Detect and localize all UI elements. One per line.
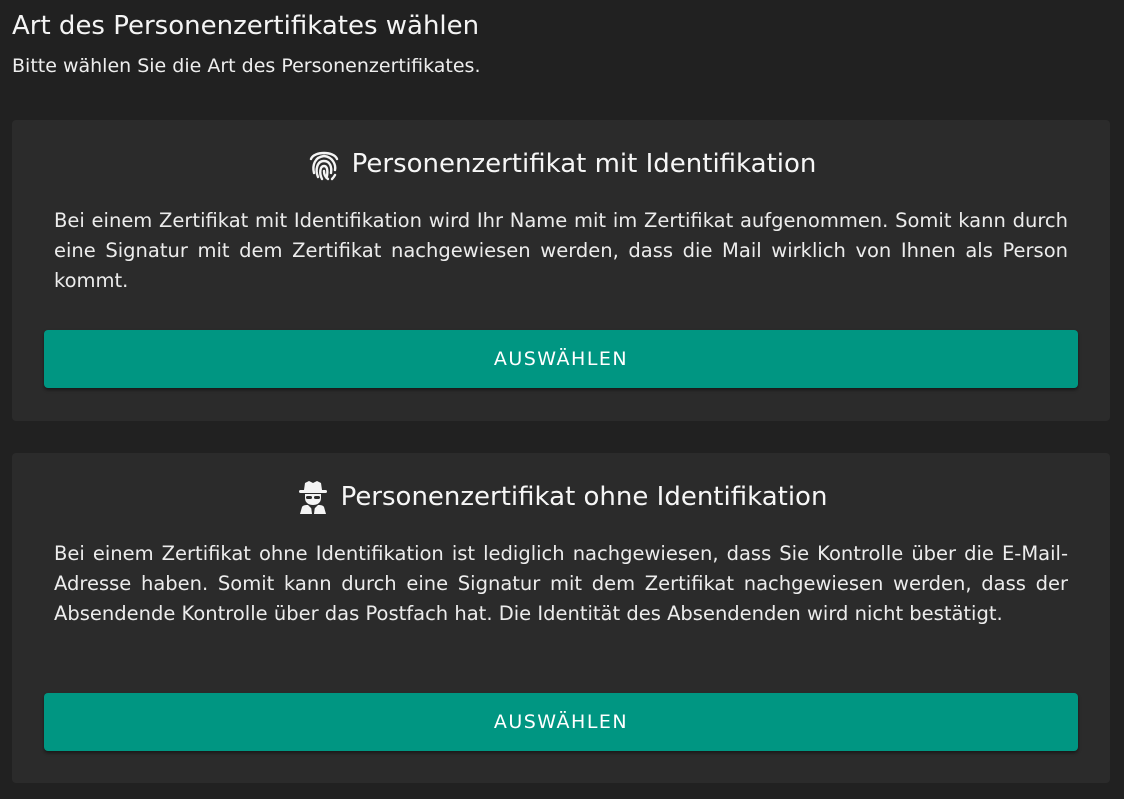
- select-with-identification-button[interactable]: AUSWÄHLEN: [44, 330, 1078, 388]
- user-secret-icon: [295, 479, 331, 515]
- fingerprint-icon: [306, 146, 342, 182]
- card-title: Personenzertifikat mit Identifikation: [351, 149, 817, 179]
- select-without-identification-button[interactable]: AUSWÄHLEN: [44, 693, 1078, 751]
- card-header: Personenzertifikat mit Identifikation: [44, 144, 1078, 184]
- certificate-type-page: Art des Personenzertifikates wählen Bitt…: [0, 0, 1124, 799]
- card-header: Personenzertifikat ohne Identifikation: [44, 477, 1078, 517]
- card-description: Bei einem Zertifikat ohne Identifikation…: [54, 542, 1068, 625]
- page-subtitle: Bitte wählen Sie die Art des Personenzer…: [12, 55, 481, 77]
- card-title: Personenzertifikat ohne Identifikation: [340, 482, 828, 512]
- option-card-with-identification: Personenzertifikat mit Identifikation Be…: [12, 120, 1110, 421]
- option-card-without-identification: Personenzertifikat ohne Identifikation B…: [12, 453, 1110, 783]
- page-title: Art des Personenzertifikates wählen: [12, 11, 480, 41]
- card-description: Bei einem Zertifikat mit Identifikation …: [54, 209, 1068, 292]
